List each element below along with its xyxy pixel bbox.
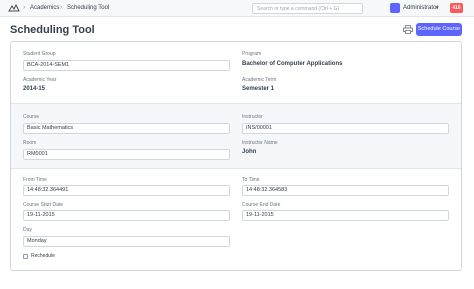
academic-year-value: 2014-15 xyxy=(23,86,46,92)
program-value: Bachelor of Computer Applications xyxy=(242,61,343,67)
academic-term-value: Semester 1 xyxy=(242,86,275,92)
academic-year-label: Academic Year xyxy=(23,77,57,83)
reschedule-checkbox[interactable] xyxy=(23,254,28,259)
academic-term-label: Academic Term xyxy=(242,77,277,83)
day-label: Day xyxy=(23,227,32,233)
form-section-timing: From Time 14:48:32.364491 To Time 14:48:… xyxy=(11,169,461,270)
chevron-right-icon: › xyxy=(23,4,26,11)
form-section-course: Course Basic Mathematics Instructor INS/… xyxy=(11,104,461,169)
navbar: › Academics › Scheduling Tool Search or … xyxy=(0,0,474,17)
room-field[interactable]: RM0001 xyxy=(23,149,230,160)
form-card: Student Group BCA-2014-SEM1 Program Bach… xyxy=(10,41,462,271)
instructor-name-label: Instructor Name xyxy=(242,140,278,146)
chevron-right-icon: › xyxy=(60,4,63,11)
to-time-label: To Time xyxy=(242,177,260,183)
room-label: Room xyxy=(23,140,37,146)
day-select[interactable]: Monday xyxy=(23,236,230,247)
user-menu[interactable]: Administrator xyxy=(403,4,438,12)
avatar[interactable] xyxy=(390,3,400,13)
instructor-name-value: John xyxy=(242,149,257,155)
breadcrumb-scheduling-tool[interactable]: Scheduling Tool xyxy=(67,4,109,12)
form-section-group: Student Group BCA-2014-SEM1 Program Bach… xyxy=(11,42,461,104)
from-time-label: From Time xyxy=(23,177,47,183)
app-logo-icon[interactable] xyxy=(8,3,20,14)
print-icon[interactable] xyxy=(403,25,413,34)
course-start-date-label: Course Start Date xyxy=(23,202,64,208)
instructor-label: Instructor xyxy=(242,114,263,120)
student-group-label: Student Group xyxy=(23,51,56,57)
course-field[interactable]: Basic Mathematics xyxy=(23,123,230,134)
program-label: Program xyxy=(242,51,262,57)
course-end-date-field[interactable]: 19-11-2015 xyxy=(242,210,449,221)
reschedule-label[interactable]: Rechedule xyxy=(31,253,55,260)
to-time-field[interactable]: 14:48:32.364583 xyxy=(242,185,449,196)
student-group-field[interactable]: BCA-2014-SEM1 xyxy=(23,60,230,71)
from-time-field[interactable]: 14:48:32.364491 xyxy=(23,185,230,196)
breadcrumb-academics[interactable]: Academics xyxy=(30,4,59,12)
page-title: Scheduling Tool xyxy=(10,24,95,36)
course-start-date-field[interactable]: 19-11-2015 xyxy=(23,210,230,221)
course-end-date-label: Course End Date xyxy=(242,202,281,208)
search-input[interactable]: Search or type a command (Ctrl + G) xyxy=(252,3,363,14)
notification-badge[interactable]: 416 xyxy=(450,3,463,13)
chevron-down-icon[interactable]: ▾ xyxy=(436,4,439,12)
schedule-course-button[interactable]: Schedule Course xyxy=(416,23,462,36)
instructor-field[interactable]: INS/00001 xyxy=(242,123,449,134)
course-label: Course xyxy=(23,114,40,120)
